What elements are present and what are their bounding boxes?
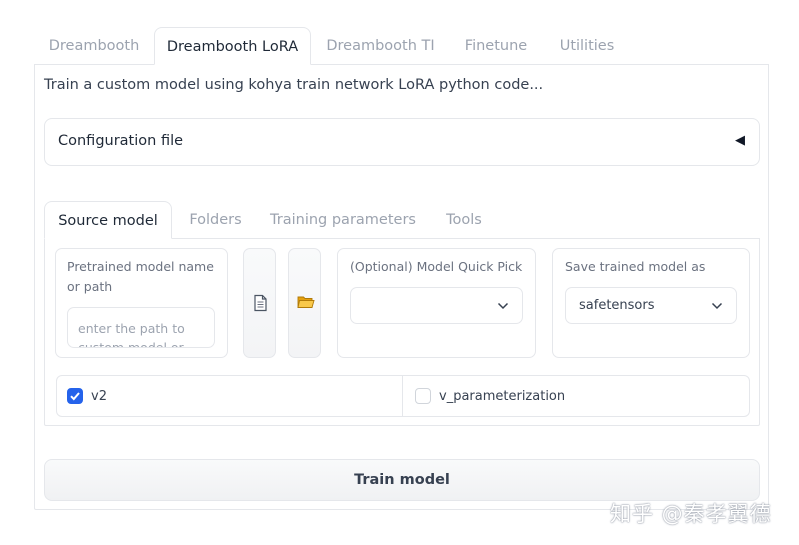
select-file-button[interactable] <box>243 248 276 358</box>
config-file-label: Configuration file <box>58 133 184 149</box>
config-file-accordion[interactable]: Configuration file ◀ <box>44 118 760 166</box>
folder-icon <box>297 296 315 308</box>
tab-dreambooth-lora[interactable]: Dreambooth LoRA <box>154 27 311 65</box>
tab-dreambooth[interactable]: Dreambooth <box>40 27 148 65</box>
model-options-row <box>56 375 750 417</box>
save-model-as-label: Save trained model as <box>565 259 706 274</box>
save-model-as-dropdown[interactable]: safetensors <box>565 287 737 324</box>
tab-folders[interactable]: Folders <box>178 201 253 239</box>
tab-finetune[interactable]: Finetune <box>453 27 539 65</box>
train-model-button[interactable]: Train model <box>44 459 760 501</box>
tab-utilities[interactable]: Utilities <box>549 27 625 65</box>
chevron-down-icon <box>711 302 723 310</box>
tab-tools[interactable]: Tools <box>433 201 495 239</box>
select-folder-button[interactable] <box>288 248 321 358</box>
model-quick-pick-dropdown[interactable] <box>350 287 523 324</box>
tab-source-model[interactable]: Source model <box>44 201 172 239</box>
tab-dreambooth-ti[interactable]: Dreambooth TI <box>318 27 443 65</box>
model-quick-pick-label: (Optional) Model Quick Pick <box>350 259 523 274</box>
pretrained-model-input[interactable]: enter the path to custom model or <box>67 307 215 348</box>
pretrained-model-label: Pretrained model name or path <box>67 259 214 294</box>
panel-description: Train a custom model using kohya train n… <box>44 77 544 93</box>
watermark: 知乎 @秦孝翼德 <box>610 502 772 526</box>
triangle-left-icon: ◀ <box>735 133 745 148</box>
chevron-down-icon <box>497 302 509 310</box>
checkmark-icon <box>70 392 80 401</box>
divider <box>402 375 403 417</box>
v-parameterization-label: v_parameterization <box>439 389 566 404</box>
tab-training-parameters[interactable]: Training parameters <box>263 201 423 239</box>
save-model-as-value: safetensors <box>579 298 655 313</box>
v2-label: v2 <box>91 389 107 404</box>
v2-checkbox[interactable] <box>67 388 83 404</box>
document-icon <box>254 294 267 312</box>
v-parameterization-checkbox[interactable] <box>415 388 431 404</box>
